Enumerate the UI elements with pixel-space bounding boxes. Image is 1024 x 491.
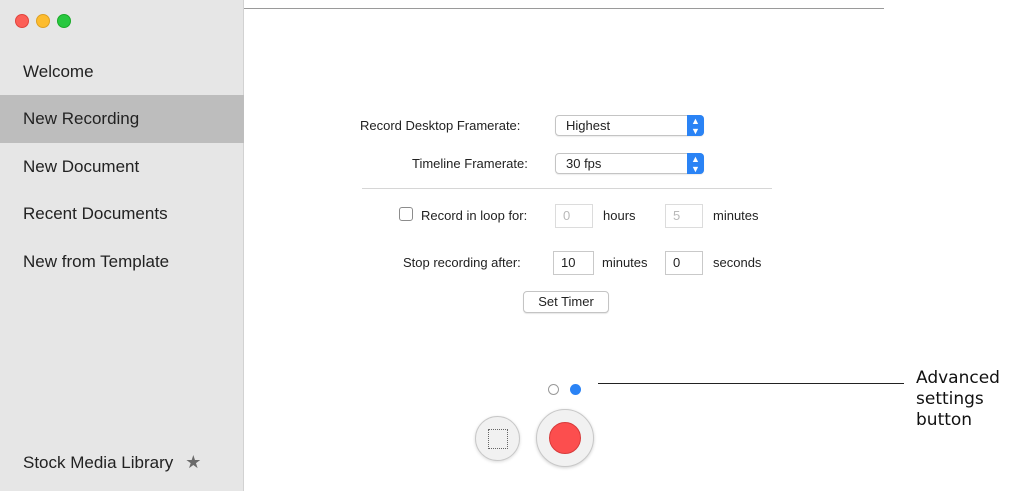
page-indicator-dot-2[interactable] [570,384,581,395]
stock-media-library-button[interactable]: Stock Media Library ★ [23,452,201,473]
app-window: Welcome New Recording New Document Recen… [0,0,884,491]
set-timer-button[interactable]: Set Timer [523,291,609,313]
window-top-border [244,8,884,9]
select-stepper-icon: ▲ ▼ [687,153,704,174]
timeline-framerate-value: 30 fps [566,156,602,171]
stop-minutes-field[interactable]: 10 [553,251,594,275]
record-loop-label: Record in loop for: [421,208,528,223]
callout-line-2: settings [916,389,984,409]
close-window-button[interactable] [15,14,29,28]
loop-hours-unit: hours [603,208,636,223]
stock-media-library-label: Stock Media Library [23,452,174,472]
selection-area-icon [488,429,508,449]
stop-seconds-field[interactable]: 0 [665,251,703,275]
stop-seconds-unit: seconds [713,255,762,270]
callout-line [598,383,904,384]
callout-line-3: button [916,410,973,430]
record-loop-checkbox[interactable] [399,207,413,221]
desktop-framerate-value: Highest [566,118,611,133]
stop-recording-label: Stop recording after: [403,255,521,270]
minimize-window-button[interactable] [36,14,50,28]
callout-line-1: Advanced [916,368,1000,388]
sidebar-item-welcome[interactable]: Welcome [0,48,244,96]
desktop-framerate-select[interactable]: Highest ▲ ▼ [555,115,704,136]
loop-minutes-unit: minutes [713,208,759,223]
record-icon [549,422,581,454]
sidebar-item-new-from-template[interactable]: New from Template [0,238,244,286]
section-divider [362,188,772,189]
loop-hours-field[interactable]: 0 [555,204,593,228]
page-indicator-dot-1[interactable] [548,384,559,395]
callout-annotation: Advanced settings button [916,368,1000,431]
timeline-framerate-label: Timeline Framerate: [412,156,528,171]
stop-minutes-unit: minutes [602,255,648,270]
select-area-button[interactable] [475,416,520,461]
timeline-framerate-select[interactable]: 30 fps ▲ ▼ [555,153,704,174]
star-icon: ★ [185,452,202,472]
loop-minutes-field[interactable]: 5 [665,204,703,228]
record-button[interactable] [536,409,594,467]
zoom-window-button[interactable] [57,14,71,28]
desktop-framerate-label: Record Desktop Framerate: [360,118,521,133]
sidebar-item-new-document[interactable]: New Document [0,143,244,191]
sidebar-item-recent-documents[interactable]: Recent Documents [0,190,244,238]
sidebar: Welcome New Recording New Document Recen… [0,0,244,491]
sidebar-item-new-recording[interactable]: New Recording [0,95,244,143]
select-stepper-icon: ▲ ▼ [687,115,704,136]
